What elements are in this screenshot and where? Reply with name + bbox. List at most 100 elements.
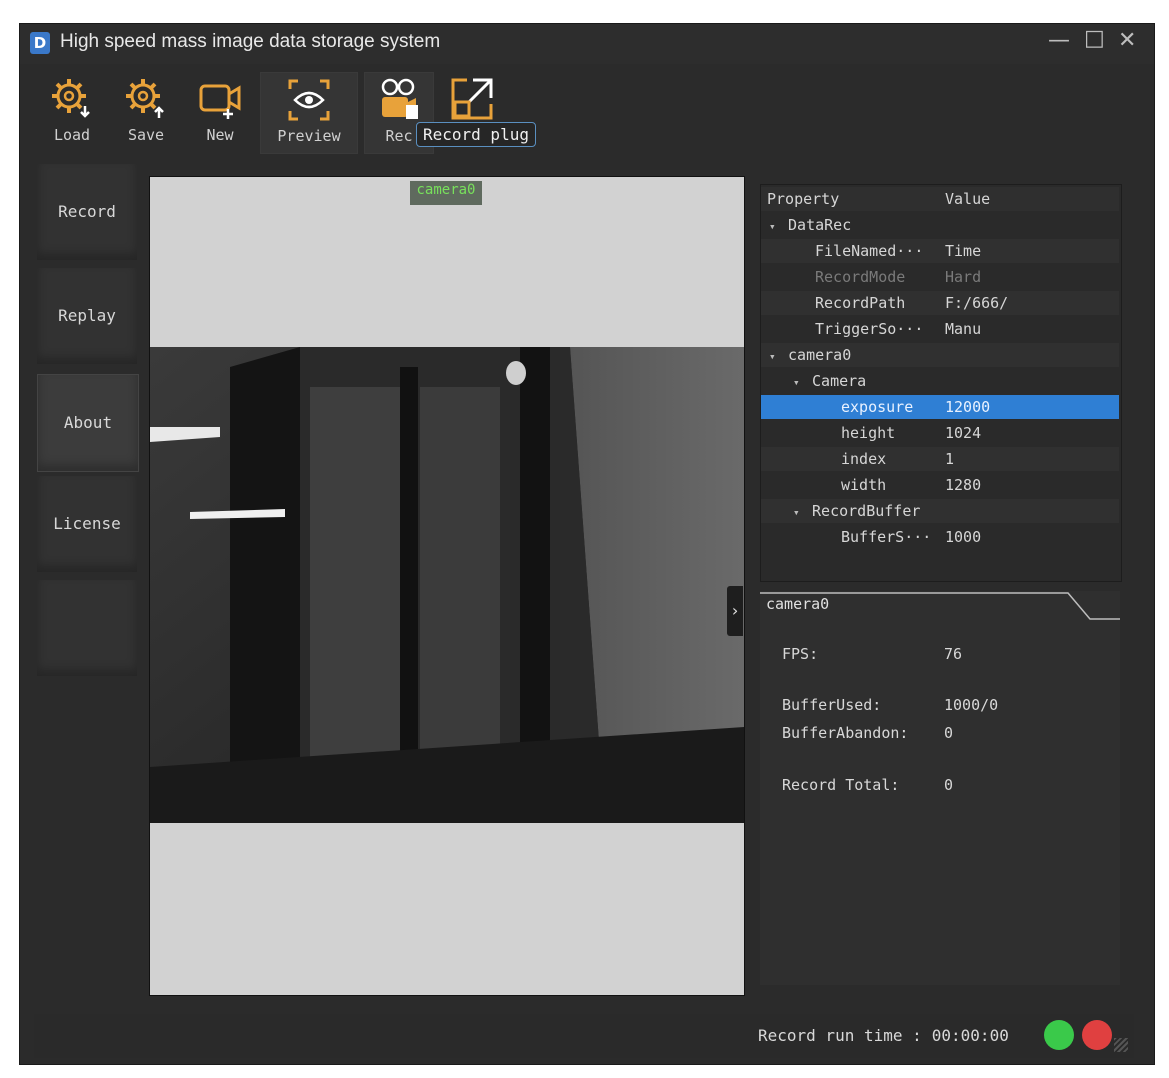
- sidebar-item-label: About: [63, 413, 113, 432]
- minimize-icon[interactable]: —: [1048, 28, 1070, 53]
- property-key: DataRec: [788, 216, 852, 234]
- fps-label: FPS:: [782, 645, 819, 663]
- property-key: BufferS···: [841, 528, 932, 546]
- collapse-panel-icon[interactable]: ›: [727, 586, 743, 636]
- caret-down-icon[interactable]: ▾: [769, 345, 779, 369]
- property-header: Property Value: [761, 187, 1119, 211]
- record-plug-tooltip: Record plug: [416, 122, 536, 147]
- sidebar-item-about[interactable]: About: [37, 374, 139, 472]
- app-logo-icon: D: [30, 32, 50, 54]
- record-total-row: Record Total: 0: [782, 776, 953, 794]
- save-button[interactable]: Save: [112, 72, 180, 152]
- property-row[interactable]: RecordPath F:/666/: [761, 291, 1119, 315]
- property-row[interactable]: ▾ DataRec: [761, 213, 1119, 237]
- property-row[interactable]: width 1280: [761, 473, 1119, 497]
- buffer-used-row: BufferUsed: 1000/0: [782, 696, 998, 714]
- buffer-used-value: 1000/0: [944, 696, 999, 714]
- property-key: RecordPath: [815, 294, 906, 312]
- caret-down-icon[interactable]: ▾: [793, 501, 803, 525]
- buffer-abandon-row: BufferAbandon: 0: [782, 724, 953, 742]
- property-grid: Property Value ▾ DataRec FileNamed··· Ti…: [760, 184, 1122, 582]
- property-row-selected[interactable]: exposure 12000: [761, 395, 1119, 419]
- run-time-label: Record run time :: [758, 1026, 922, 1045]
- caret-down-icon[interactable]: ▾: [793, 371, 803, 395]
- property-column-header: Property: [767, 190, 840, 208]
- camera-add-icon: [199, 84, 241, 119]
- save-label: Save: [127, 126, 165, 144]
- property-key: exposure: [841, 398, 914, 416]
- app-window: D High speed mass image data storage sys…: [20, 24, 1154, 1064]
- new-label: New: [206, 126, 234, 144]
- image-viewer[interactable]: camera0: [149, 176, 745, 996]
- buffer-used-label: BufferUsed:: [782, 696, 882, 714]
- property-row[interactable]: height 1024: [761, 421, 1119, 445]
- status-bar: Record run time : 00:00:00: [34, 1014, 1134, 1058]
- property-key: width: [841, 476, 887, 494]
- preview-label: Preview: [277, 127, 341, 145]
- preview-button[interactable]: Preview: [260, 72, 358, 154]
- tab-camera0[interactable]: camera0: [766, 595, 829, 613]
- property-key: index: [841, 450, 887, 468]
- property-value: 1: [945, 450, 955, 468]
- window-title: High speed mass image data storage syste…: [60, 31, 441, 52]
- caret-down-icon[interactable]: ▾: [769, 215, 779, 239]
- sidebar: Record Replay About License: [37, 164, 139, 676]
- toolbar: Load Save New Preview Rec: [20, 64, 1154, 156]
- sidebar-item-license[interactable]: License: [37, 476, 137, 572]
- property-row[interactable]: BufferS··· 1000: [761, 525, 1119, 549]
- property-row[interactable]: ▾ camera0: [761, 343, 1119, 367]
- fps-value: 76: [944, 645, 963, 663]
- load-button[interactable]: Load: [38, 72, 106, 152]
- buffer-abandon-label: BufferAbandon:: [782, 724, 909, 742]
- property-row[interactable]: index 1: [761, 447, 1119, 471]
- gear-up-icon: [126, 79, 164, 118]
- run-time-value: 00:00:00: [931, 1026, 1009, 1045]
- record-total-label: Record Total:: [782, 776, 900, 794]
- sidebar-item-empty[interactable]: [37, 580, 137, 676]
- stats-panel: camera0 FPS: 76 BufferUsed: 1000/0 Buffe…: [760, 591, 1120, 985]
- external-link-icon: [451, 78, 493, 120]
- property-row[interactable]: ▾ Camera: [761, 369, 1119, 393]
- gear-down-icon: [52, 79, 90, 118]
- property-row[interactable]: RecordMode Hard: [761, 265, 1119, 289]
- film-camera-icon: [381, 78, 418, 119]
- property-key: camera0: [788, 346, 852, 364]
- maximize-icon[interactable]: □: [1084, 26, 1105, 51]
- record-total-value: 0: [944, 776, 954, 794]
- title-bar: D High speed mass image data storage sys…: [20, 24, 1154, 64]
- record-run-time: Record run time : 00:00:00: [758, 1026, 1009, 1045]
- property-value: F:/666/: [945, 294, 1009, 312]
- sidebar-item-replay[interactable]: Replay: [37, 268, 137, 364]
- property-key: height: [841, 424, 896, 442]
- property-value: 1280: [945, 476, 982, 494]
- new-button[interactable]: New: [186, 72, 254, 152]
- property-row[interactable]: ▾ RecordBuffer: [761, 499, 1119, 523]
- sidebar-item-label: License: [53, 514, 121, 533]
- property-value: Manu: [945, 320, 982, 338]
- property-value: 12000: [945, 398, 991, 416]
- property-row[interactable]: TriggerSo··· Manu: [761, 317, 1119, 341]
- property-key: Camera: [812, 372, 867, 390]
- sidebar-item-record[interactable]: Record: [37, 164, 137, 260]
- start-indicator-button[interactable]: [1044, 1020, 1074, 1050]
- fps-row: FPS: 76: [782, 645, 962, 663]
- sidebar-item-label: Replay: [58, 306, 116, 325]
- stop-indicator-button[interactable]: [1082, 1020, 1112, 1050]
- resize-grip-icon[interactable]: [1114, 1038, 1128, 1052]
- property-row[interactable]: FileNamed··· Time: [761, 239, 1119, 263]
- sidebar-item-label: Record: [58, 202, 116, 221]
- value-column-header: Value: [945, 190, 991, 208]
- property-value: 1024: [945, 424, 982, 442]
- property-key: RecordMode: [815, 268, 906, 286]
- property-value: Hard: [945, 268, 982, 286]
- property-key: FileNamed···: [815, 242, 924, 260]
- property-value: 1000: [945, 528, 982, 546]
- camera-feed-image: [150, 347, 744, 823]
- close-icon[interactable]: ✕: [1118, 28, 1136, 53]
- load-label: Load: [53, 126, 91, 144]
- eye-icon: [288, 79, 330, 121]
- buffer-abandon-value: 0: [944, 724, 954, 742]
- camera-label: camera0: [410, 181, 482, 205]
- property-value: Time: [945, 242, 982, 260]
- property-key: TriggerSo···: [815, 320, 924, 338]
